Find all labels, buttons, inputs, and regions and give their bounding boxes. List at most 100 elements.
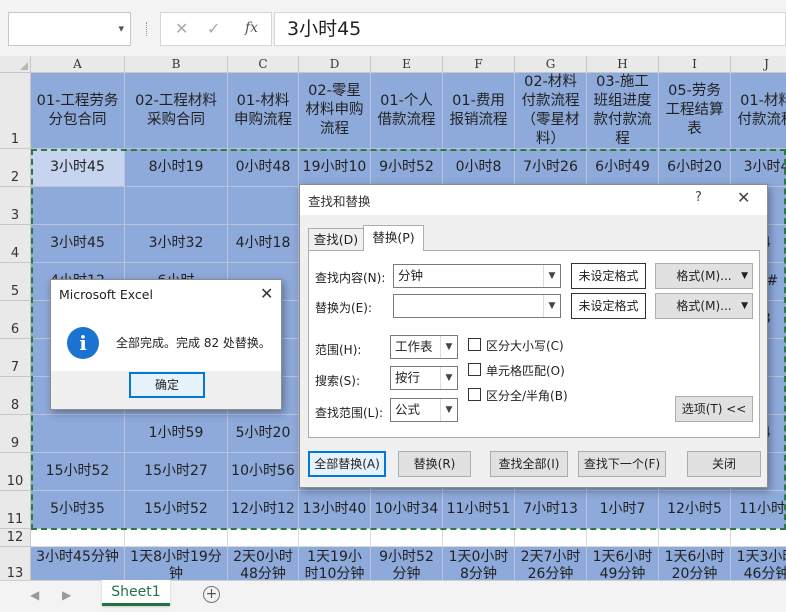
cell-i2[interactable]: 6小时20 — [659, 149, 731, 187]
cell-h13[interactable]: 1天6小时 49分钟 — [587, 547, 659, 580]
chevron-down-icon[interactable]: ▼ — [543, 295, 560, 317]
search-select[interactable]: 按行 ▼ — [390, 366, 458, 390]
cell-c12[interactable] — [228, 529, 299, 547]
name-box-dropdown-icon[interactable]: ▾ — [118, 22, 124, 35]
cell-i12[interactable] — [659, 529, 731, 547]
ok-button[interactable]: 确定 — [129, 372, 205, 398]
cell-h2[interactable]: 6小时49 — [587, 149, 659, 187]
enter-icon[interactable]: ✓ — [207, 19, 220, 38]
match-case-checkbox[interactable] — [468, 338, 481, 351]
cancel-icon[interactable]: ✕ — [175, 19, 188, 38]
cell-b9[interactable]: 1小时59 — [125, 415, 228, 453]
column-header-c[interactable]: C — [228, 56, 299, 73]
cell-a10[interactable]: 15小时52 — [31, 453, 125, 491]
row-header-10[interactable]: 10 — [0, 453, 31, 491]
find-all-button[interactable]: 查找全部(I) — [490, 451, 568, 477]
cell-g13[interactable]: 2天7小时 26分钟 — [515, 547, 587, 580]
cell-d13[interactable]: 1天19小 时10分钟 — [299, 547, 371, 580]
cell-a3[interactable] — [31, 187, 125, 225]
row-header-5[interactable]: 5 — [0, 263, 31, 301]
match-entire-cell-label[interactable]: 单元格匹配(O) — [486, 362, 565, 379]
cell-e12[interactable] — [371, 529, 443, 547]
options-button[interactable]: 选项(T) << — [675, 396, 753, 422]
cell-f13[interactable]: 1天0小时 8分钟 — [443, 547, 515, 580]
close-icon[interactable]: ✕ — [737, 188, 750, 207]
column-header-b[interactable]: B — [125, 56, 228, 73]
column-header-a[interactable]: A — [31, 56, 125, 73]
tab-find[interactable]: 查找(D) — [308, 228, 364, 251]
match-case-label[interactable]: 区分大小写(C) — [486, 337, 564, 354]
header-cell-e[interactable]: 01-个人 借款流程 — [371, 73, 443, 149]
header-cell-b[interactable]: 02-工程材料 采购合同 — [125, 73, 228, 149]
sheet-next-icon[interactable]: ▶ — [62, 588, 71, 602]
header-cell-h[interactable]: 03-施工 班组进度 款付款流 程 — [587, 73, 659, 149]
cell-j12[interactable] — [731, 529, 786, 547]
cell-i11[interactable]: 12小时5 — [659, 491, 731, 529]
cell-c10[interactable]: 10小时56 — [228, 453, 299, 491]
cell-h11[interactable]: 1小时7 — [587, 491, 659, 529]
cell-g12[interactable] — [515, 529, 587, 547]
cell-b12[interactable] — [125, 529, 228, 547]
row-header-8[interactable]: 8 — [0, 377, 31, 415]
cell-b2[interactable]: 8小时19 — [125, 149, 228, 187]
look-in-select[interactable]: 公式 ▼ — [390, 398, 458, 422]
row-header-11[interactable]: 11 — [0, 491, 31, 529]
cell-d12[interactable] — [299, 529, 371, 547]
replace-all-button[interactable]: 全部替换(A) — [308, 451, 386, 477]
cell-c4[interactable]: 4小时18 — [228, 225, 299, 263]
close-button[interactable]: 关闭 — [687, 451, 761, 477]
cell-c2[interactable]: 0小时48 — [228, 149, 299, 187]
chevron-down-icon[interactable]: ▼ — [543, 265, 560, 287]
header-cell-g[interactable]: 02-材料 付款流程 （零星材 料） — [515, 73, 587, 149]
formula-input[interactable]: 3小时45 — [274, 12, 786, 46]
replace-with-combo[interactable]: ▼ — [393, 294, 561, 318]
header-cell-a[interactable]: 01-工程劳务 分包合同 — [31, 73, 125, 149]
replace-button[interactable]: 替换(R) — [398, 451, 471, 477]
column-header-e[interactable]: E — [371, 56, 443, 73]
cell-j11[interactable]: 11小时5 — [731, 491, 786, 529]
tab-replace[interactable]: 替换(P) — [363, 225, 424, 251]
formula-bar-splitter[interactable] — [146, 22, 148, 36]
match-width-label[interactable]: 区分全/半角(B) — [486, 387, 568, 404]
row-header-4[interactable]: 4 — [0, 225, 31, 263]
cell-g11[interactable]: 7小时13 — [515, 491, 587, 529]
cell-e13[interactable]: 9小时52 分钟 — [371, 547, 443, 580]
row-header-6[interactable]: 6 — [0, 301, 31, 339]
cell-a11[interactable]: 5小时35 — [31, 491, 125, 529]
cell-a13[interactable]: 3小时45分钟 — [31, 547, 125, 580]
cell-j2[interactable]: 3小时4 — [731, 149, 786, 187]
insert-function-icon[interactable]: fx — [245, 20, 258, 36]
cell-b3[interactable] — [125, 187, 228, 225]
replace-format-button[interactable]: 格式(M)... ▼ — [655, 293, 753, 319]
column-header-g[interactable]: G — [515, 56, 587, 73]
row-header-2[interactable]: 2 — [0, 149, 31, 187]
find-next-button[interactable]: 查找下一个(F) — [578, 451, 666, 477]
header-cell-c[interactable]: 01-材料 申购流程 — [228, 73, 299, 149]
cell-c11[interactable]: 12小时12 — [228, 491, 299, 529]
row-header-12[interactable]: 12 — [0, 529, 31, 547]
row-header-9[interactable]: 9 — [0, 415, 31, 453]
cell-a2[interactable]: 3小时45 — [31, 149, 125, 187]
cell-c13[interactable]: 2天0小时 48分钟 — [228, 547, 299, 580]
cell-b4[interactable]: 3小时32 — [125, 225, 228, 263]
add-sheet-icon[interactable]: + — [203, 586, 220, 603]
cell-e11[interactable]: 10小时34 — [371, 491, 443, 529]
find-what-combo[interactable]: 分钟 ▼ — [393, 264, 561, 288]
cell-d11[interactable]: 13小时40 — [299, 491, 371, 529]
row-header-1[interactable]: 1 — [0, 73, 31, 149]
cell-c3[interactable] — [228, 187, 299, 225]
cell-j13[interactable]: 1天3小时 46分钟 — [731, 547, 786, 580]
cell-f12[interactable] — [443, 529, 515, 547]
row-header-3[interactable]: 3 — [0, 187, 31, 225]
sheet-prev-icon[interactable]: ◀ — [30, 588, 39, 602]
match-entire-cell-checkbox[interactable] — [468, 363, 481, 376]
help-icon[interactable]: ? — [695, 190, 702, 205]
column-header-d[interactable]: D — [299, 56, 371, 73]
match-width-checkbox[interactable] — [468, 388, 481, 401]
column-header-h[interactable]: H — [587, 56, 659, 73]
sheet-tab-sheet1[interactable]: Sheet1 — [102, 580, 170, 606]
cell-a9[interactable] — [31, 415, 125, 453]
close-icon[interactable]: ✕ — [260, 284, 273, 303]
chevron-down-icon[interactable]: ▼ — [440, 367, 457, 389]
cell-b13[interactable]: 1天8小时19分 钟 — [125, 547, 228, 580]
